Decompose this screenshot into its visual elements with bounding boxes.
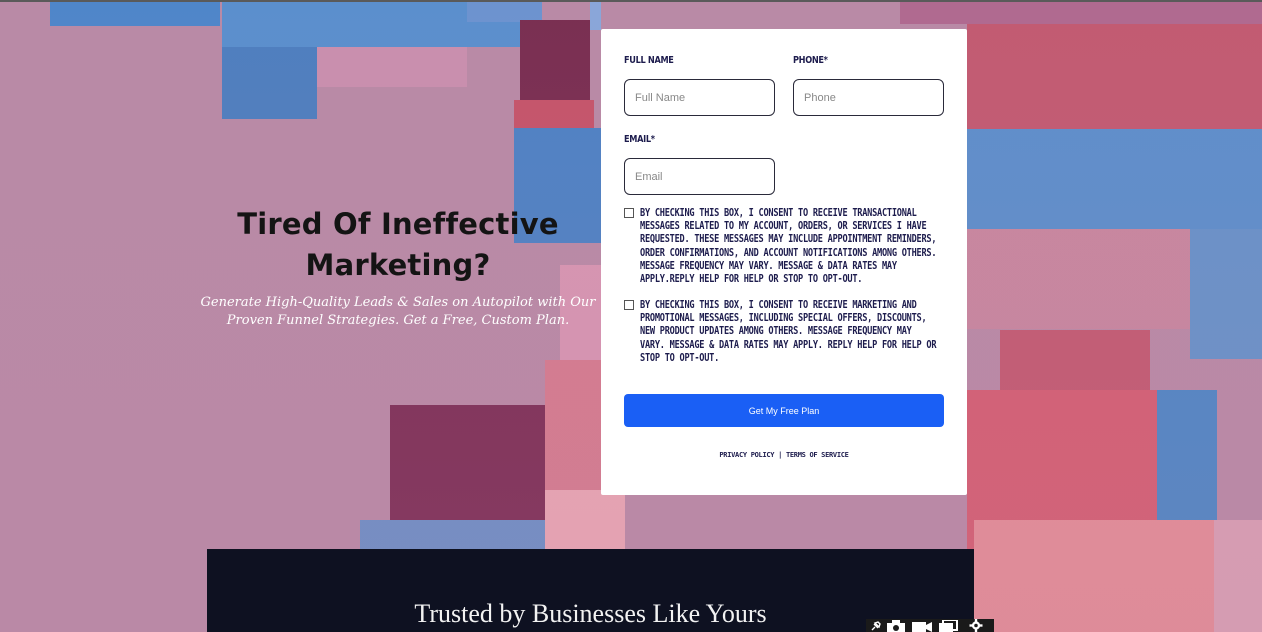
hero-text: Tired Of Ineffective Marketing? Generate…: [200, 204, 596, 330]
consent-transactional-checkbox[interactable]: [624, 208, 634, 218]
consent-transactional-text: By checking this box, I consent to recei…: [640, 207, 937, 286]
video-icon[interactable]: [911, 621, 933, 632]
hero-title: Tired Of Ineffective Marketing?: [237, 207, 559, 282]
consent-marketing-text: By checking this box, I consent to recei…: [640, 299, 937, 364]
phone-input[interactable]: [793, 79, 944, 116]
legal-separator: |: [774, 451, 786, 459]
trusted-section: Trusted by Businesses Like Yours: [207, 549, 974, 632]
email-input[interactable]: [624, 158, 775, 195]
floating-toolbar: [866, 619, 994, 632]
trusted-heading: Trusted by Businesses Like Yours: [414, 599, 767, 628]
camera-icon[interactable]: [886, 620, 906, 632]
consent-marketing-checkbox[interactable]: [624, 300, 634, 310]
lead-form: FULL NAME PHONE* EMAIL* By checking this…: [601, 29, 967, 495]
hero-subtitle: Generate High-Quality Leads & Sales on A…: [200, 295, 596, 328]
top-border: [0, 0, 1262, 2]
pin-icon[interactable]: [870, 620, 882, 632]
privacy-policy-link[interactable]: PRIVACY POLICY: [719, 451, 774, 459]
gear-icon[interactable]: [965, 619, 987, 632]
copy-icon[interactable]: [938, 620, 958, 632]
phone-label: PHONE*: [793, 55, 828, 66]
get-free-plan-button[interactable]: Get My Free Plan: [624, 394, 944, 427]
email-label: EMAIL*: [624, 134, 655, 145]
full-name-input[interactable]: [624, 79, 775, 116]
legal-links: PRIVACY POLICY | TERMS OF SERVICE: [601, 451, 967, 459]
terms-of-service-link[interactable]: TERMS OF SERVICE: [786, 451, 849, 459]
full-name-label: FULL NAME: [624, 55, 674, 66]
